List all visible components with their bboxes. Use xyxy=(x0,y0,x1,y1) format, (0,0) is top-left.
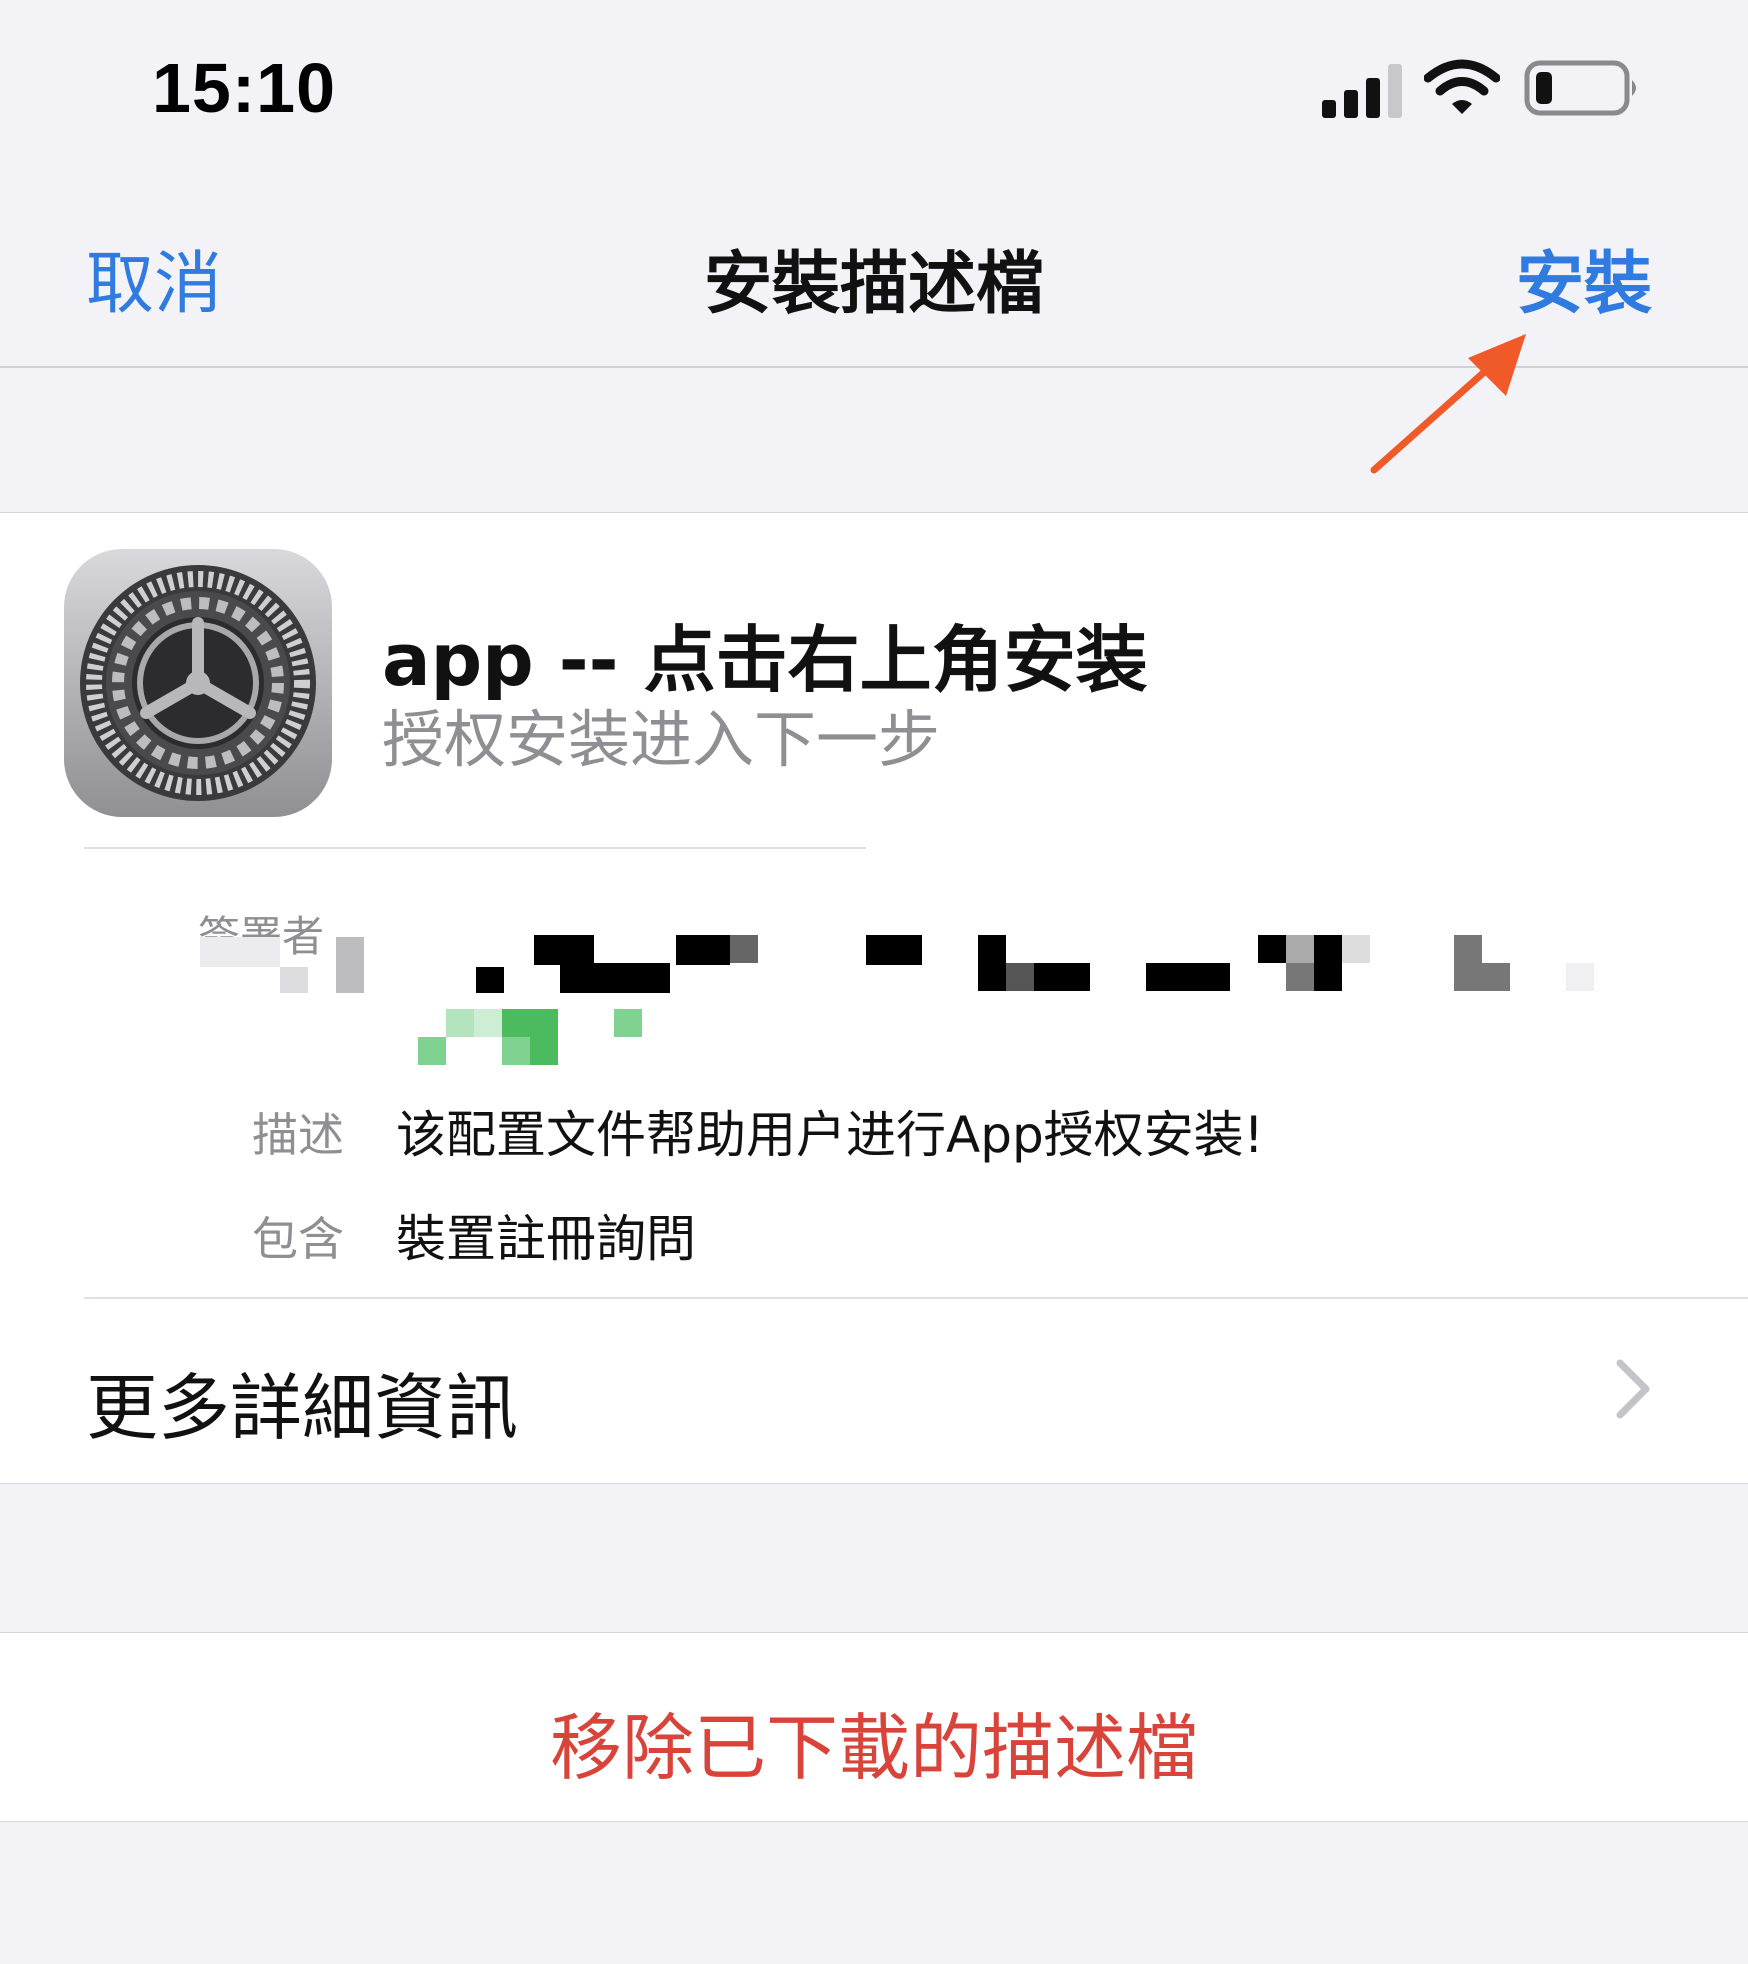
chevron-right-icon xyxy=(1616,1359,1650,1419)
description-value: 该配置文件帮助用户进行App授权安装! xyxy=(396,1106,1264,1164)
profile-card: app -- 点击右上角安装 授权安装进入下一步 簽署者 描述 该配置文件帮助用… xyxy=(0,512,1748,1484)
install-profile-screen: 15:10 取消 安裝描述檔 安裝 app -- 点击右上角安装 授权安装进入下… xyxy=(0,0,1748,1964)
divider xyxy=(84,847,866,849)
settings-gear-icon xyxy=(64,549,332,817)
cellular-signal-icon xyxy=(1322,64,1402,118)
status-time: 15:10 xyxy=(152,49,337,127)
battery-icon xyxy=(1524,60,1636,116)
contains-label: 包含 xyxy=(252,1212,344,1266)
page-title: 安裝描述檔 xyxy=(703,245,1044,324)
more-info-label: 更多詳細資訊 xyxy=(86,1366,519,1450)
contains-value: 裝置註冊詢問 xyxy=(396,1210,696,1268)
remove-profile-label: 移除已下載的描述檔 xyxy=(549,1706,1198,1790)
profile-subtitle: 授权安装进入下一步 xyxy=(382,703,941,776)
annotation-arrow-icon xyxy=(1370,334,1526,474)
wifi-icon xyxy=(1424,59,1500,114)
redacted-signer-value xyxy=(200,935,1594,1065)
install-button[interactable]: 安裝 xyxy=(1516,228,1652,327)
remove-profile-button[interactable]: 移除已下載的描述檔 xyxy=(0,1632,1748,1822)
description-label: 描述 xyxy=(252,1108,344,1162)
status-icons xyxy=(1322,58,1652,128)
more-info-row[interactable]: 更多詳細資訊 xyxy=(0,1299,1748,1483)
